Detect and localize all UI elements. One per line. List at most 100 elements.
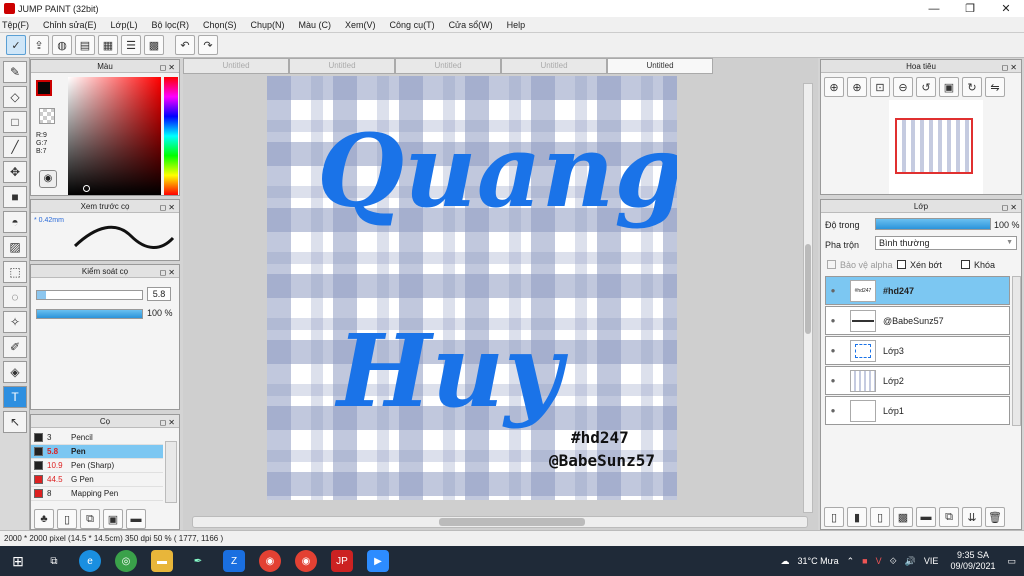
lock-checkbox[interactable] [961,260,970,269]
rect-select-tool-icon[interactable]: □ [3,111,27,133]
layer-row-lop1[interactable]: ● Lớp1 [825,396,1010,425]
menu-select[interactable]: Chọn(S) [203,20,237,30]
menu-filter[interactable]: Bộ lọc(R) [151,20,189,30]
bucket-tool-icon[interactable]: ◓ [3,211,27,233]
page-icon[interactable]: ▦ [98,35,118,55]
brush-item-pencil[interactable]: 3 Pencil [31,431,163,445]
tab-untitled-5[interactable]: Untitled [607,58,713,74]
app-green-icon[interactable]: ◎ [115,550,137,572]
zoom-app-icon[interactable]: ▶ [367,550,389,572]
tab-untitled-2[interactable]: Untitled [289,58,395,74]
brush-copy-icon[interactable]: ⧉ [80,509,100,529]
chrome-icon-2[interactable]: ◉ [295,550,317,572]
task-view-icon[interactable]: ⧉ [43,550,65,572]
eye-icon[interactable]: ● [826,286,840,295]
layers-scrollbar[interactable] [1012,276,1021,426]
rotate-left-icon[interactable]: ↺ [916,77,936,97]
layer-opacity-slider[interactable] [875,218,991,230]
eye-icon[interactable]: ● [826,346,840,355]
menu-view[interactable]: Xem(V) [345,20,376,30]
chevron-up-icon[interactable]: ⌃ [847,556,855,567]
brush-opacity-slider[interactable] [36,309,143,319]
comment-icon[interactable]: ◍ [52,35,72,55]
layer-row-lop2[interactable]: ● Lớp2 [825,366,1010,395]
duplicate-layer-icon[interactable]: ⧉ [939,507,959,527]
new-folder-icon[interactable]: ▬ [916,507,936,527]
line-tool-icon[interactable]: ╱ [3,136,27,158]
brush-tool-icon[interactable]: ✎ [3,61,27,83]
panel-buttons-icon[interactable]: ◻✕ [1002,61,1019,74]
windows-start-icon[interactable]: ⊞ [7,550,29,572]
select-tool-icon[interactable]: ⬚ [3,261,27,283]
new-layer-1bit-icon[interactable]: ▯ [870,507,890,527]
fit-icon[interactable]: ⊡ [870,77,890,97]
file-explorer-icon[interactable]: ▬ [151,550,173,572]
transparent-swatch[interactable] [39,108,55,124]
check-icon[interactable]: ✓ [6,35,26,55]
clock[interactable]: 9:35 SA 09/09/2021 [946,550,999,572]
new-layer-icon[interactable]: ▯ [824,507,844,527]
tab-untitled-3[interactable]: Untitled [395,58,501,74]
merge-layer-icon[interactable]: ⇊ [962,507,982,527]
hue-slider[interactable] [164,77,178,195]
text-tool-icon[interactable]: T [3,386,27,408]
menu-window[interactable]: Cửa sổ(W) [449,20,493,30]
select-pen-tool-icon[interactable]: ✐ [3,336,27,358]
panel-icon[interactable]: ▤ [75,35,95,55]
menu-tools[interactable]: Công cụ(T) [390,20,435,30]
navigator-preview[interactable] [889,100,983,194]
grid-settings-icon[interactable]: ▩ [144,35,164,55]
lasso-tool-icon[interactable]: ◌ [3,286,27,308]
clipping-checkbox[interactable] [897,260,906,269]
flip-icon[interactable]: ⇋ [985,77,1005,97]
brush-item-pen-sharp[interactable]: 10.9 Pen (Sharp) [31,459,163,473]
eye-icon[interactable]: ● [826,376,840,385]
brush-item-pen[interactable]: 5.8 Pen [31,445,163,459]
delete-layer-icon[interactable]: 🗑 [985,507,1005,527]
undo-icon[interactable]: ↶ [175,35,195,55]
minimize-button[interactable]: — [916,0,952,17]
rotate-right-icon[interactable]: ↻ [962,77,982,97]
jump-paint-icon[interactable]: JP [331,550,353,572]
vivaldi-icon[interactable]: V [876,556,882,566]
menu-edit[interactable]: Chỉnh sửa(E) [43,20,97,30]
canvas-vertical-scrollbar[interactable] [803,83,813,513]
share-icon[interactable]: ⇪ [29,35,49,55]
canvas-horizontal-scrollbar[interactable] [192,516,808,528]
zoom-in-icon[interactable]: ⊕ [847,77,867,97]
menu-help[interactable]: Help [507,20,526,30]
scrollbar-thumb[interactable] [805,244,811,334]
tray-app-icon[interactable]: ■ [862,556,867,566]
brush-add-icon[interactable]: ♣ [34,509,54,529]
chrome-icon[interactable]: ◉ [259,550,281,572]
zoom-out-icon[interactable]: ⊖ [893,77,913,97]
panel-buttons-icon[interactable]: ◻✕ [1002,201,1019,214]
magic-wand-tool-icon[interactable]: ✧ [3,311,27,333]
palette-icon[interactable]: ◉ [39,170,57,188]
brush-size-slider[interactable] [36,290,143,300]
blend-mode-select[interactable]: Bình thường ▼ [875,236,1017,250]
layer-row-lop3[interactable]: ● Lớp3 [825,336,1010,365]
gradient-tool-icon[interactable]: ▨ [3,236,27,258]
menu-capture[interactable]: Chụp(N) [251,20,285,30]
panel-buttons-icon[interactable]: ◻✕ [160,266,177,279]
operation-tool-icon[interactable]: ↖ [3,411,27,433]
zoom-icon[interactable]: ⊕ [824,77,844,97]
scrollbar-thumb[interactable] [439,518,585,526]
panel-buttons-icon[interactable]: ◻✕ [160,201,177,214]
menu-layer[interactable]: Lớp(L) [111,20,138,30]
brush-folder-icon[interactable]: ▬ [126,509,146,529]
document-canvas[interactable]: Quang Huy #hd247 @BabeSunz57 [267,76,677,500]
brush-item-mapping-pen[interactable]: 8 Mapping Pen [31,487,163,501]
notification-icon[interactable]: ▭ [1007,556,1016,567]
menu-file[interactable]: Tệp(F) [2,20,29,30]
tab-untitled-4[interactable]: Untitled [501,58,607,74]
weather-text[interactable]: 31°C Mưa [797,556,838,566]
brush-settings-icon[interactable]: ▣ [103,509,123,529]
move-tool-icon[interactable]: ✥ [3,161,27,183]
fill-shape-tool-icon[interactable]: ■ [3,186,27,208]
zalo-icon[interactable]: Z [223,550,245,572]
brush-item-g-pen[interactable]: 44.5 G Pen [31,473,163,487]
color-picker-square[interactable] [68,77,161,195]
brush-size-value[interactable]: 5.8 [147,287,171,301]
